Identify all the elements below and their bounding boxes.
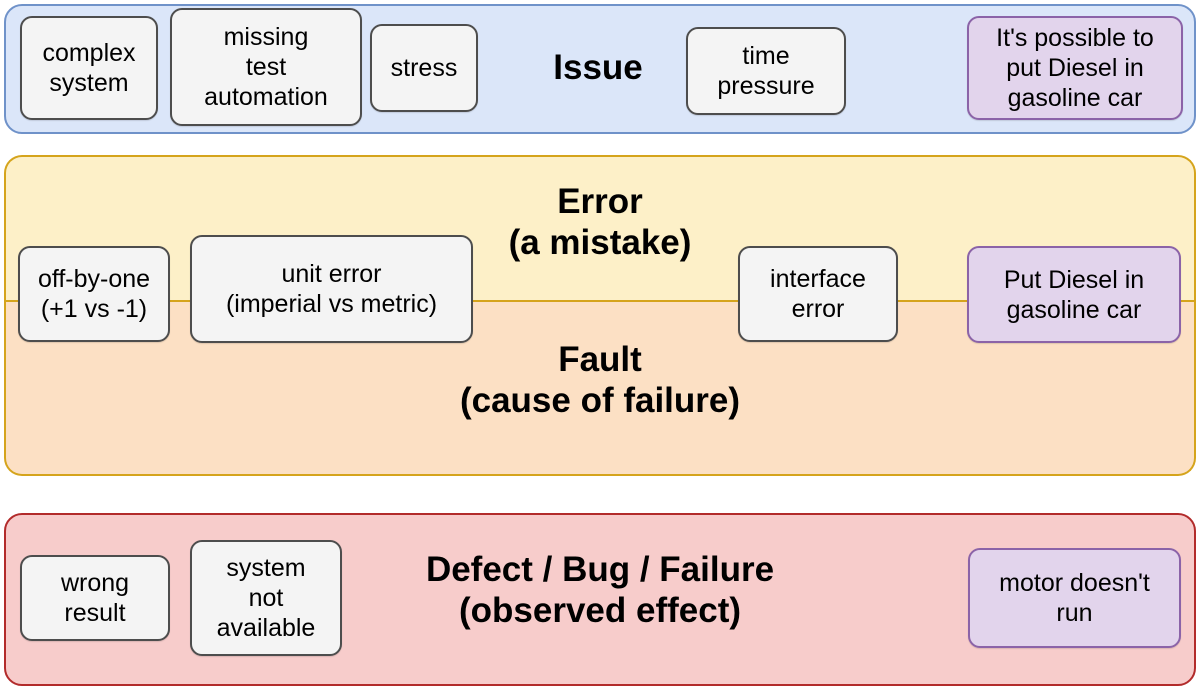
node-system-not-available[interactable]: system not available bbox=[190, 540, 342, 656]
node-interface-error[interactable]: interface error bbox=[738, 246, 898, 342]
node-wrong-result[interactable]: wrong result bbox=[20, 555, 170, 641]
band-issue-caption: Issue bbox=[553, 48, 643, 87]
band-error-caption: Error (a mistake) bbox=[508, 182, 692, 262]
node-put-diesel[interactable]: Put Diesel in gasoline car bbox=[967, 246, 1181, 343]
node-off-by-one[interactable]: off-by-one (+1 vs -1) bbox=[18, 246, 170, 342]
band-defect-caption: Defect / Bug / Failure (observed effect) bbox=[425, 550, 775, 630]
diagram-canvas: Issue complex system missing test automa… bbox=[0, 0, 1200, 690]
node-complex-system[interactable]: complex system bbox=[20, 16, 158, 120]
node-stress[interactable]: stress bbox=[370, 24, 478, 112]
node-possible-put-diesel[interactable]: It's possible to put Diesel in gasoline … bbox=[967, 16, 1183, 120]
node-unit-error[interactable]: unit error (imperial vs metric) bbox=[190, 235, 473, 343]
node-motor-doesnt-run[interactable]: motor doesn't run bbox=[968, 548, 1181, 648]
band-fault-caption: Fault (cause of failure) bbox=[459, 340, 741, 420]
node-time-pressure[interactable]: time pressure bbox=[686, 27, 846, 115]
node-missing-test-automation[interactable]: missing test automation bbox=[170, 8, 362, 126]
